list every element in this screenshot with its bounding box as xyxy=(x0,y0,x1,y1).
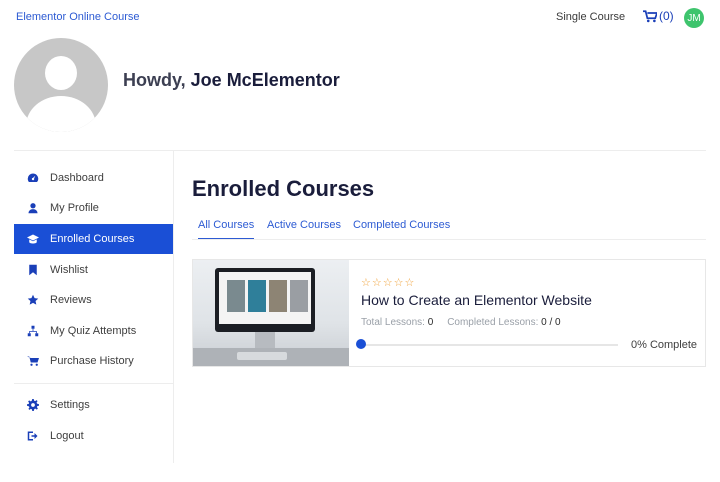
thumbnail-art-panel xyxy=(227,280,245,312)
sidebar-item-label: My Quiz Attempts xyxy=(50,325,137,337)
progress-label: 0% Complete xyxy=(631,339,698,351)
thumbnail-monitor xyxy=(215,268,315,332)
cart-icon xyxy=(26,354,40,368)
course-card: ☆☆☆☆☆ How to Create an Elementor Website… xyxy=(192,259,706,367)
top-bar: Elementor Online Course Single Course (0… xyxy=(0,0,720,36)
sidebar-item-settings[interactable]: Settings xyxy=(14,390,173,420)
sidebar-item-purchase-history[interactable]: Purchase History xyxy=(14,346,173,376)
site-title-link[interactable]: Elementor Online Course xyxy=(16,11,140,23)
page-title: Enrolled Courses xyxy=(192,176,375,201)
sidebar-item-my-profile[interactable]: My Profile xyxy=(14,193,173,223)
sidebar-item-label: Purchase History xyxy=(50,355,134,367)
sidebar-item-enrolled-courses[interactable]: Enrolled Courses xyxy=(14,224,173,254)
logout-icon xyxy=(26,429,40,443)
avatar-body-shape xyxy=(26,96,96,132)
sidebar-item-label: Wishlist xyxy=(50,264,88,276)
thumbnail-screen xyxy=(219,272,311,324)
sidebar-divider xyxy=(14,383,173,384)
gear-icon xyxy=(26,398,40,412)
sidebar-item-quiz-attempts[interactable]: My Quiz Attempts xyxy=(14,316,173,346)
sidebar-item-label: Enrolled Courses xyxy=(50,233,135,245)
user-name: Joe McElementor xyxy=(190,70,340,90)
thumbnail-art-panel xyxy=(290,280,308,312)
progress-track xyxy=(361,344,618,346)
profile-header: Howdy, Joe McElementor xyxy=(0,36,720,136)
sidebar-item-label: Settings xyxy=(50,399,90,411)
dashboard-sidebar: Dashboard My Profile Enrolled Courses Wi… xyxy=(14,151,174,463)
progress-indicator xyxy=(356,339,366,349)
sidebar-item-logout[interactable]: Logout xyxy=(14,421,173,451)
sidebar-item-label: Logout xyxy=(50,430,84,442)
course-thumbnail[interactable] xyxy=(193,260,349,366)
greeting-text: Howdy, xyxy=(123,70,191,90)
nav-link-single-course[interactable]: Single Course xyxy=(556,11,625,23)
completed-lessons-label: Completed Lessons: xyxy=(447,317,539,328)
greeting-heading: Howdy, Joe McElementor xyxy=(123,70,340,91)
sidebar-item-label: Dashboard xyxy=(50,172,104,184)
user-avatar-badge[interactable]: JM xyxy=(684,8,704,28)
user-icon xyxy=(26,201,40,215)
bookmark-icon xyxy=(26,263,40,277)
sidebar-item-label: My Profile xyxy=(50,202,99,214)
dashboard-icon xyxy=(26,171,40,185)
total-lessons-label: Total Lessons: xyxy=(361,317,425,328)
sidebar-item-label: Reviews xyxy=(50,294,92,306)
course-rating-stars: ☆☆☆☆☆ xyxy=(361,277,416,289)
thumbnail-art-panel xyxy=(269,280,287,312)
star-icon xyxy=(26,293,40,307)
thumbnail-art-panel xyxy=(248,280,266,312)
sidebar-item-dashboard[interactable]: Dashboard xyxy=(14,163,173,193)
profile-avatar xyxy=(14,38,108,132)
completed-lessons-value: 0 / 0 xyxy=(541,317,561,328)
tab-active-courses[interactable]: Active Courses xyxy=(267,219,341,231)
tab-all-courses[interactable]: All Courses xyxy=(198,219,255,239)
sitemap-icon xyxy=(26,324,40,338)
graduation-cap-icon xyxy=(26,232,40,246)
total-lessons-value: 0 xyxy=(427,317,434,328)
cart-icon xyxy=(643,9,657,22)
cart-count: (0) xyxy=(659,9,674,23)
tab-completed-courses[interactable]: Completed Courses xyxy=(353,219,450,231)
sidebar-item-reviews[interactable]: Reviews xyxy=(14,285,173,315)
avatar-head-shape xyxy=(45,56,77,90)
thumbnail-keyboard xyxy=(237,352,287,360)
cart-button[interactable]: (0) xyxy=(643,9,674,23)
sidebar-item-wishlist[interactable]: Wishlist xyxy=(14,255,173,285)
course-filter-tabs: All Courses Active Courses Completed Cou… xyxy=(192,212,706,240)
course-lesson-stats: Total Lessons: 0 Completed Lessons: 0 / … xyxy=(361,317,561,328)
course-title-link[interactable]: How to Create an Elementor Website xyxy=(361,292,592,308)
